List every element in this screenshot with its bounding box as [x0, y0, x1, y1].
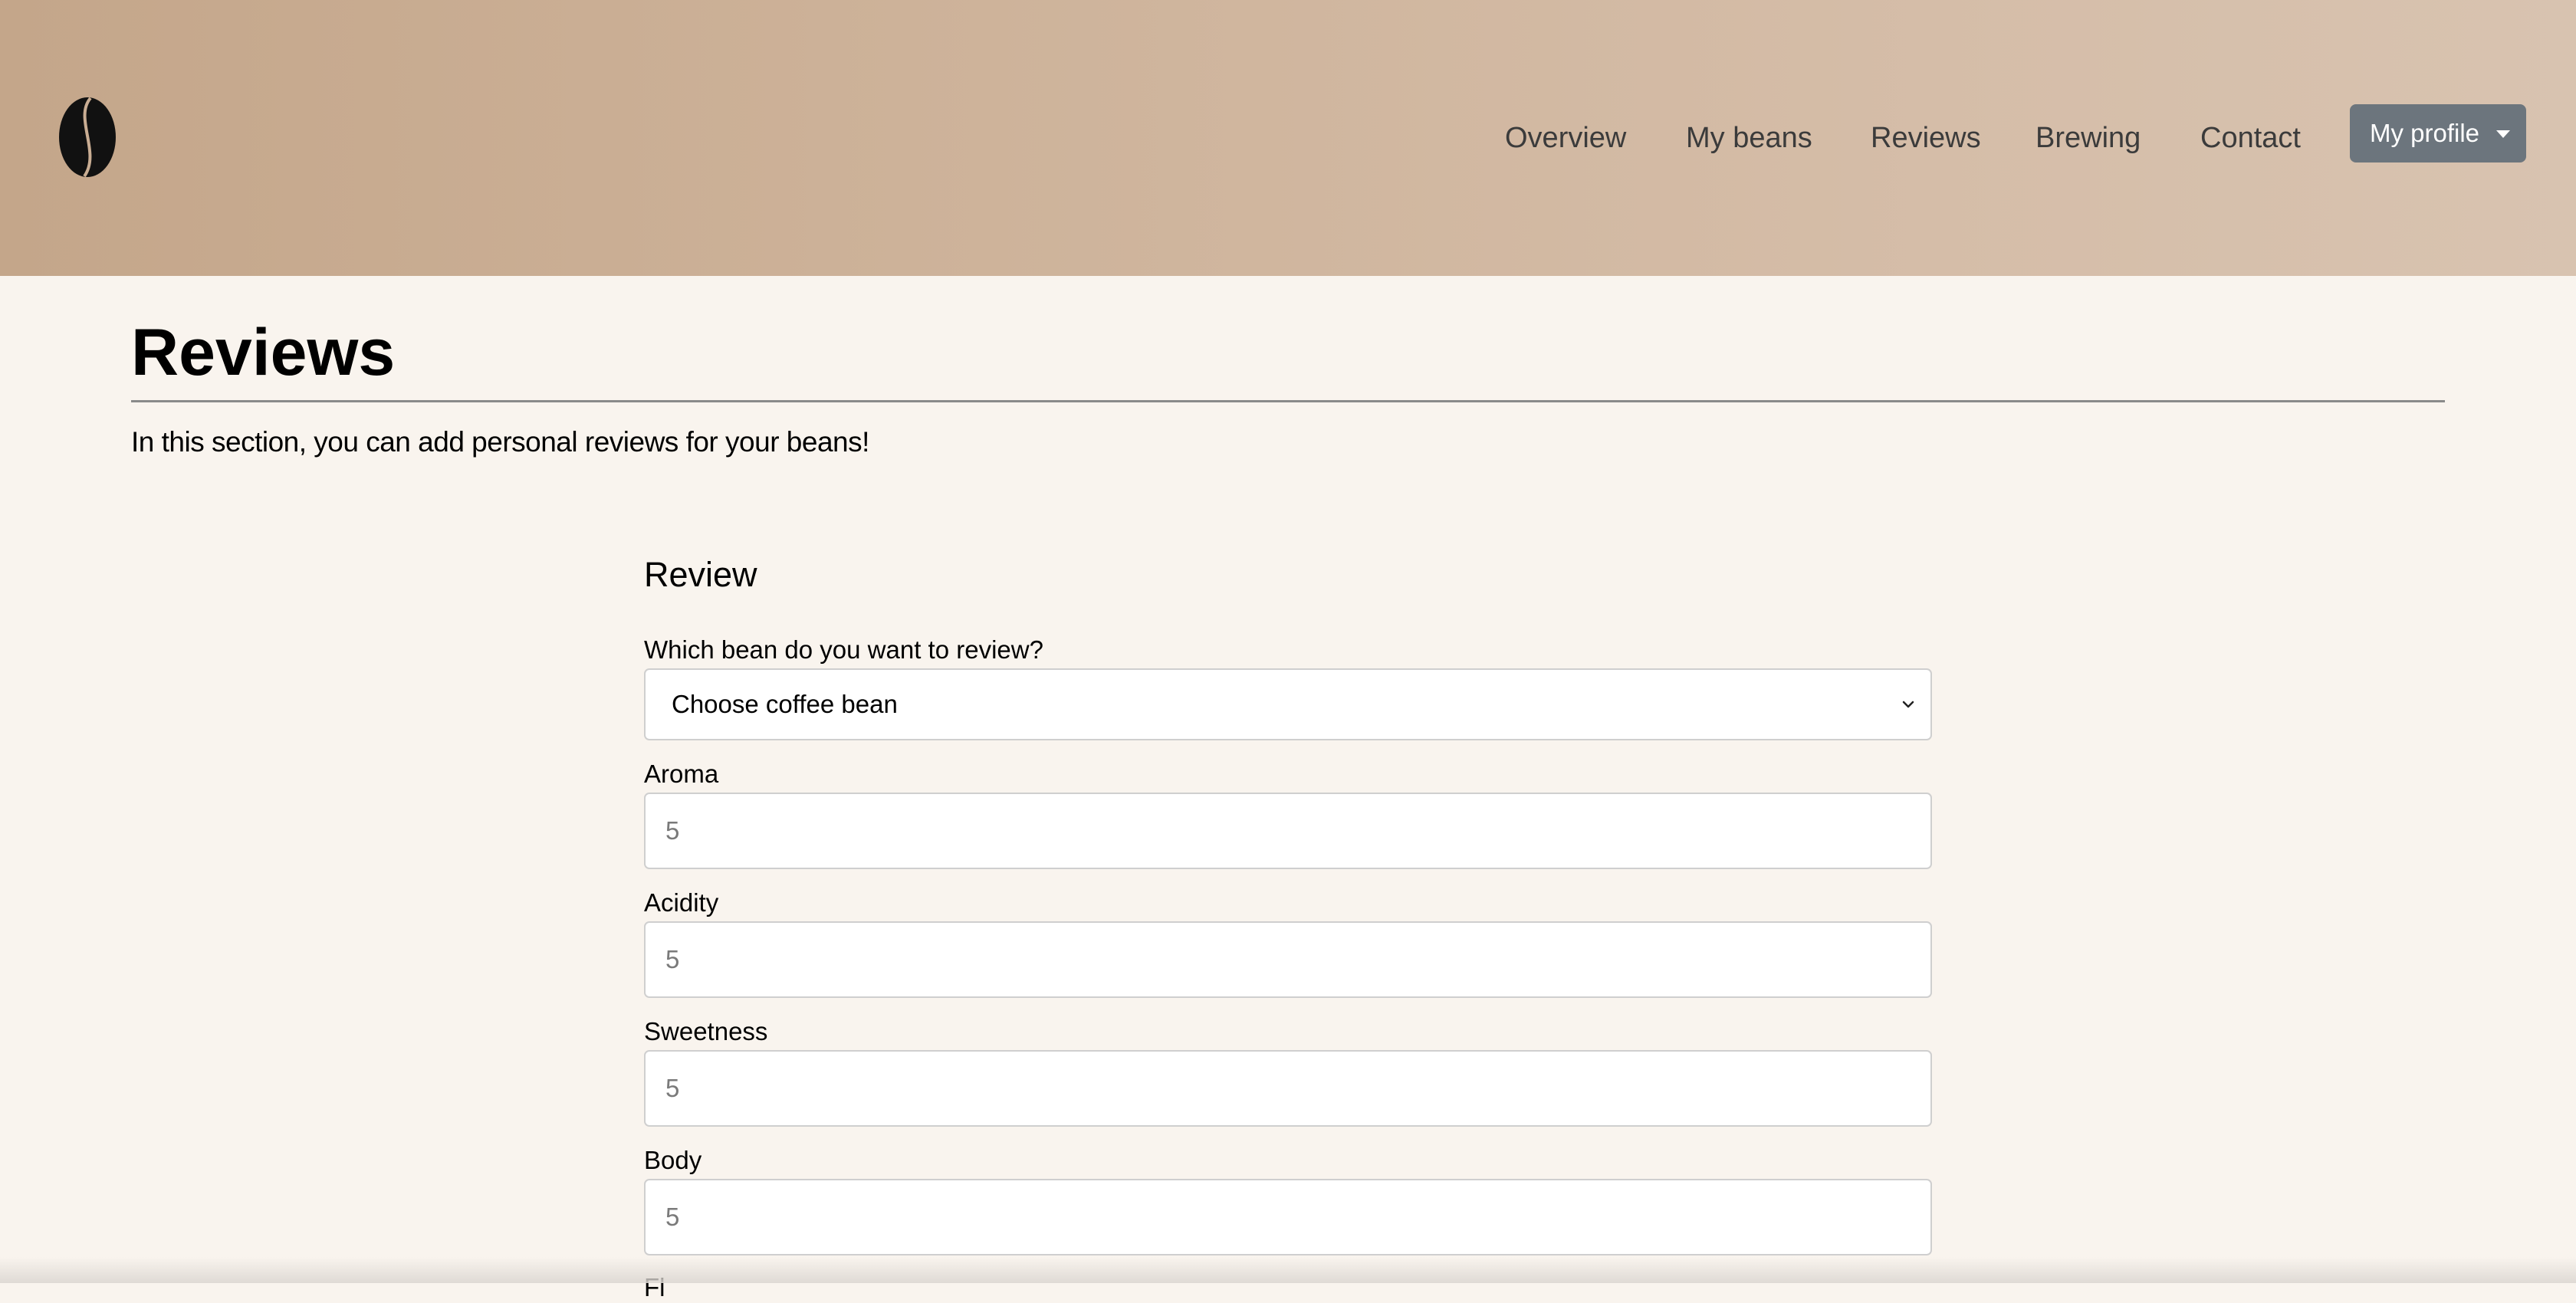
nav-my-beans[interactable]: My beans	[1686, 115, 1812, 161]
bean-select[interactable]: Choose coffee bean	[644, 668, 1932, 740]
sweetness-input[interactable]	[644, 1050, 1932, 1127]
bottom-fade	[0, 1257, 2576, 1283]
acidity-label: Acidity	[644, 888, 719, 917]
body-label: Body	[644, 1146, 702, 1174]
caret-down-icon	[2496, 130, 2511, 138]
my-profile-button[interactable]: My profile	[2350, 104, 2526, 162]
sweetness-label: Sweetness	[644, 1017, 768, 1045]
nav-contact[interactable]: Contact	[2200, 115, 2301, 161]
nav-link-contact[interactable]: Contact	[2200, 122, 2301, 155]
nav-reviews[interactable]: Reviews	[1871, 115, 1981, 161]
nav-link-my-beans[interactable]: My beans	[1686, 122, 1812, 155]
bean-select-value: Choose coffee bean	[672, 690, 898, 718]
aroma-label: Aroma	[644, 760, 719, 788]
page-title: Reviews	[131, 316, 396, 389]
nav-link-reviews[interactable]: Reviews	[1871, 122, 1981, 155]
bean-select-label: Which bean do you want to review?	[644, 635, 1043, 664]
aroma-input[interactable]	[644, 793, 1932, 869]
nav-brewing[interactable]: Brewing	[2036, 115, 2141, 161]
chevron-down-icon	[1902, 701, 1914, 708]
nav-link-overview[interactable]: Overview	[1505, 122, 1626, 155]
title-divider	[131, 400, 2445, 402]
form-title: Review	[644, 555, 757, 594]
body-input[interactable]	[644, 1179, 1932, 1255]
coffee-bean-icon[interactable]	[57, 95, 118, 179]
intro-text: In this section, you can add personal re…	[131, 426, 869, 458]
nav-link-brewing[interactable]: Brewing	[2036, 122, 2141, 155]
nav-overview[interactable]: Overview	[1505, 115, 1626, 161]
my-profile-label: My profile	[2370, 119, 2480, 147]
acidity-input[interactable]	[644, 921, 1932, 998]
site-header: Overview My beans Reviews Brewing Contac…	[0, 0, 2576, 276]
